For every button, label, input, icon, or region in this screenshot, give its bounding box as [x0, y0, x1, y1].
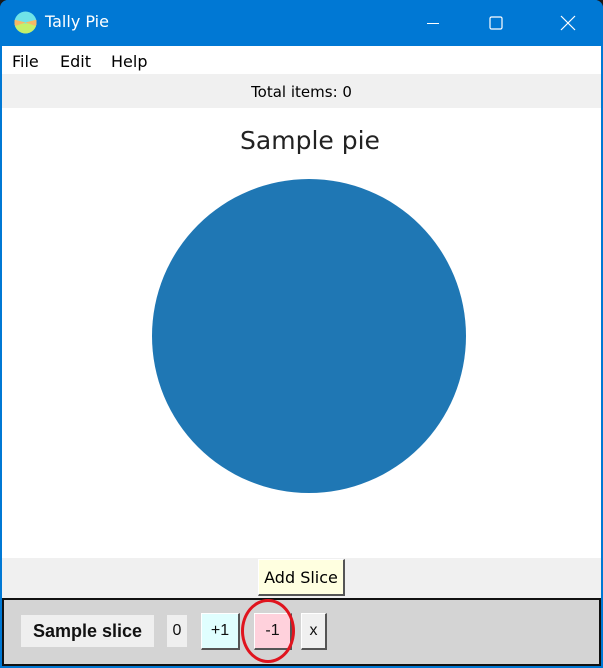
menu-help[interactable]: Help — [111, 52, 147, 71]
app-window: Tally Pie File Edit Help Total items: 0 … — [0, 0, 603, 668]
total-items-label: Total items: 0 — [251, 83, 352, 101]
menu-file[interactable]: File — [12, 52, 39, 71]
total-items-bar: Total items: 0 — [2, 74, 601, 108]
window-client-area: File Edit Help Total items: 0 Sample pie… — [2, 46, 601, 666]
title-bar[interactable]: Tally Pie — [0, 0, 603, 46]
menu-edit[interactable]: Edit — [60, 52, 91, 71]
tally-pie-app-icon — [14, 11, 37, 34]
increment-button[interactable]: +1 — [201, 613, 240, 650]
remove-slice-button[interactable]: x — [301, 613, 327, 650]
add-slice-button[interactable]: Add Slice — [258, 559, 345, 596]
window-title: Tally Pie — [45, 12, 109, 31]
minimize-button[interactable] — [410, 0, 456, 46]
maximize-button[interactable] — [473, 0, 519, 46]
pie-chart-area: Sample pie — [2, 108, 601, 558]
decrement-button[interactable]: -1 — [254, 613, 292, 650]
slice-name-label: Sample slice — [21, 615, 154, 647]
menu-bar: File Edit Help — [2, 46, 601, 74]
slice-count-value: 0 — [167, 615, 187, 647]
minimize-icon — [427, 23, 439, 24]
close-button[interactable] — [545, 0, 591, 46]
chart-title: Sample pie — [240, 126, 380, 155]
pie-slice — [152, 179, 466, 493]
add-slice-bar: Add Slice — [2, 558, 601, 598]
pie-slices — [152, 179, 466, 493]
close-icon — [560, 15, 576, 31]
maximize-icon — [489, 16, 503, 30]
pie-chart: Sample pie — [152, 126, 466, 493]
slice-row: Sample slice 0 +1 -1 x — [2, 598, 601, 666]
